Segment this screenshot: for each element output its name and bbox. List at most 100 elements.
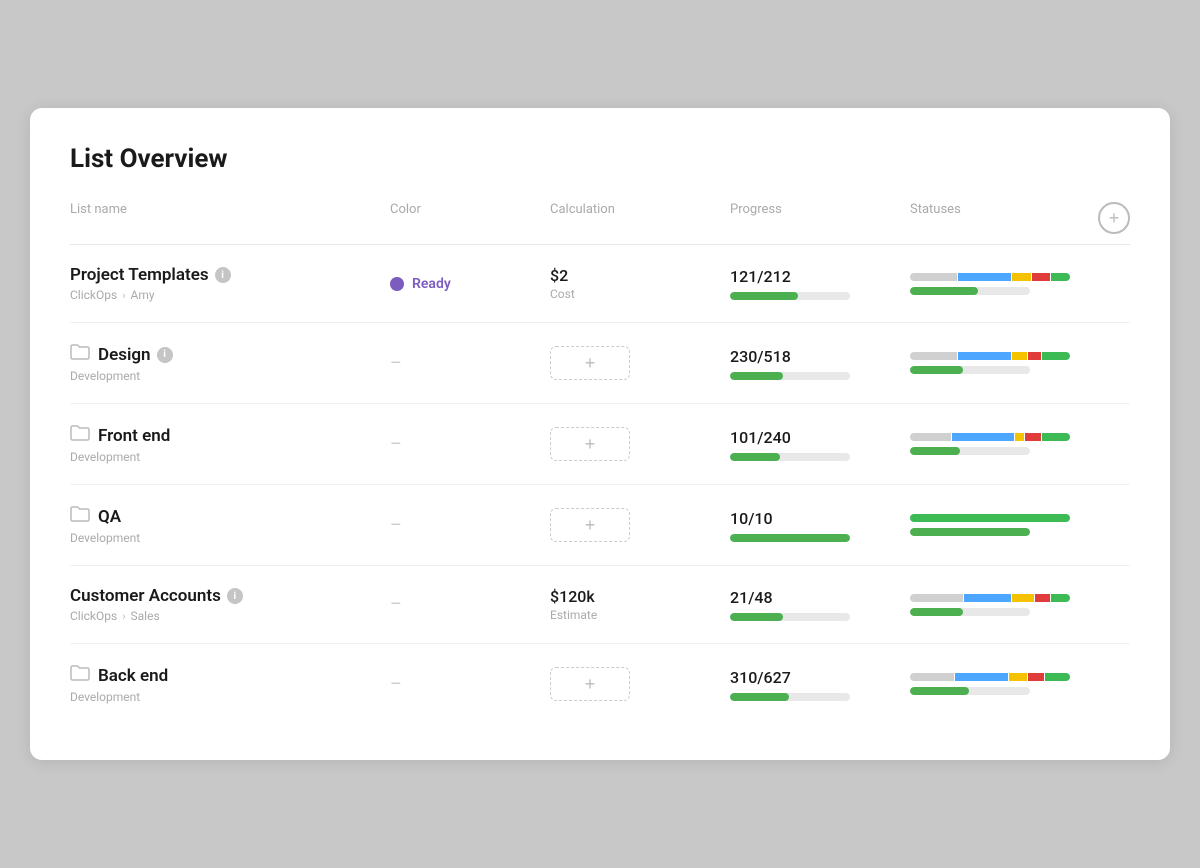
add-calculation-button[interactable]: + [550, 667, 630, 701]
list-sub-path: Development [70, 531, 390, 545]
status-segment [1025, 433, 1041, 441]
status-progress-bar-inner [910, 608, 963, 616]
progress-bar-outer [730, 613, 850, 621]
progress-bar-outer [730, 372, 850, 380]
list-name-cell: DesigniDevelopment [70, 343, 390, 383]
list-name-text: Front end [98, 426, 170, 446]
status-segment [952, 433, 1014, 441]
progress-cell: 121/212 [730, 267, 910, 300]
color-dash: – [390, 353, 402, 374]
list-overview-card: List Overview List name Color Calculatio… [30, 108, 1170, 760]
color-cell: – [390, 434, 550, 455]
info-icon[interactable]: i [157, 347, 173, 363]
col-progress: Progress [730, 202, 910, 234]
table-row: Front endDevelopment–+101/240 [70, 404, 1130, 485]
col-list-name: List name [70, 202, 390, 234]
statuses-cell [910, 514, 1130, 536]
progress-cell: 101/240 [730, 428, 910, 461]
status-progress-bar-inner [910, 447, 960, 455]
status-segment [1051, 594, 1070, 602]
progress-fraction: 101/240 [730, 428, 910, 447]
progress-bar-inner [730, 534, 850, 542]
progress-bar-inner [730, 613, 783, 621]
list-name-cell: QA Development [70, 505, 390, 545]
status-progress-bar-inner [910, 528, 1030, 536]
add-calculation-button[interactable]: + [550, 427, 630, 461]
status-segment [910, 514, 1070, 522]
list-sub-path: Development [70, 690, 390, 704]
status-segment [1009, 673, 1028, 681]
status-segment [1012, 594, 1034, 602]
status-progress-bar-inner [910, 687, 969, 695]
status-segmented-bar [910, 594, 1070, 602]
progress-fraction: 230/518 [730, 347, 910, 366]
status-segment [1042, 433, 1070, 441]
progress-cell: 230/518 [730, 347, 910, 380]
add-column-button[interactable]: + [1098, 202, 1130, 234]
calculation-cell: $120k Estimate [550, 587, 730, 622]
table-row: QA Development–+10/10 [70, 485, 1130, 566]
list-name-cell: Back end Development [70, 664, 390, 704]
status-segment [964, 594, 1011, 602]
calculation-cell: + [550, 508, 730, 542]
calculation-cell: + [550, 346, 730, 380]
statuses-cell [910, 352, 1130, 374]
status-progress-bar-outer [910, 687, 1030, 695]
statuses-cell [910, 273, 1130, 295]
progress-fraction: 10/10 [730, 509, 910, 528]
status-segmented-bar [910, 352, 1070, 360]
list-name-row: Back end [70, 664, 390, 687]
list-name-text: QA [98, 507, 121, 527]
list-name-text: Customer Accounts [70, 586, 221, 606]
color-dot [390, 277, 404, 291]
status-segment [1015, 433, 1024, 441]
status-segmented-bar [910, 514, 1070, 522]
list-name-cell: Customer AccountsiClickOps›Sales [70, 586, 390, 623]
status-segment [1028, 352, 1040, 360]
add-calculation-button[interactable]: + [550, 346, 630, 380]
calc-value: $2 [550, 266, 730, 285]
list-name-text: Project Templates [70, 265, 209, 285]
page-title: List Overview [70, 144, 1130, 174]
info-icon[interactable]: i [227, 588, 243, 604]
table-row: DesigniDevelopment–+230/518 [70, 323, 1130, 404]
table-row: Project TemplatesiClickOps›AmyReady$2Cos… [70, 245, 1130, 323]
status-segment [910, 433, 951, 441]
status-segment [1012, 273, 1031, 281]
progress-cell: 21/48 [730, 588, 910, 621]
status-segment [955, 673, 1008, 681]
status-segment [910, 594, 963, 602]
progress-bar-outer [730, 453, 850, 461]
progress-fraction: 121/212 [730, 267, 910, 286]
status-progress-bar-outer [910, 366, 1030, 374]
progress-bar-inner [730, 453, 780, 461]
progress-cell: 310/627 [730, 668, 910, 701]
color-cell: – [390, 594, 550, 615]
status-progress-bar-inner [910, 287, 978, 295]
breadcrumb-arrow: › [122, 610, 125, 623]
folder-icon [70, 664, 90, 687]
status-segment [958, 352, 1011, 360]
status-segment [958, 273, 1011, 281]
color-cell: – [390, 515, 550, 536]
statuses-cell [910, 673, 1130, 695]
progress-fraction: 21/48 [730, 588, 910, 607]
table-row: Back end Development– +310/627 [70, 644, 1130, 724]
table-body: Project TemplatesiClickOps›AmyReady$2Cos… [70, 245, 1130, 724]
calc-value: $120k [550, 587, 730, 606]
color-dash: – [390, 674, 402, 695]
breadcrumb-arrow: › [122, 289, 125, 302]
calc-type: Estimate [550, 608, 730, 622]
info-icon[interactable]: i [215, 267, 231, 283]
table-row: Customer AccountsiClickOps›Sales–$120kEs… [70, 566, 1130, 644]
progress-fraction: 310/627 [730, 668, 910, 687]
progress-bar-inner [730, 292, 798, 300]
folder-icon [70, 505, 90, 528]
add-calculation-button[interactable]: + [550, 508, 630, 542]
color-cell: – [390, 674, 550, 695]
color-dash: – [390, 434, 402, 455]
status-segment [910, 673, 954, 681]
list-sub-path: Development [70, 369, 390, 383]
color-cell: Ready [390, 276, 550, 292]
status-segment [1032, 273, 1051, 281]
